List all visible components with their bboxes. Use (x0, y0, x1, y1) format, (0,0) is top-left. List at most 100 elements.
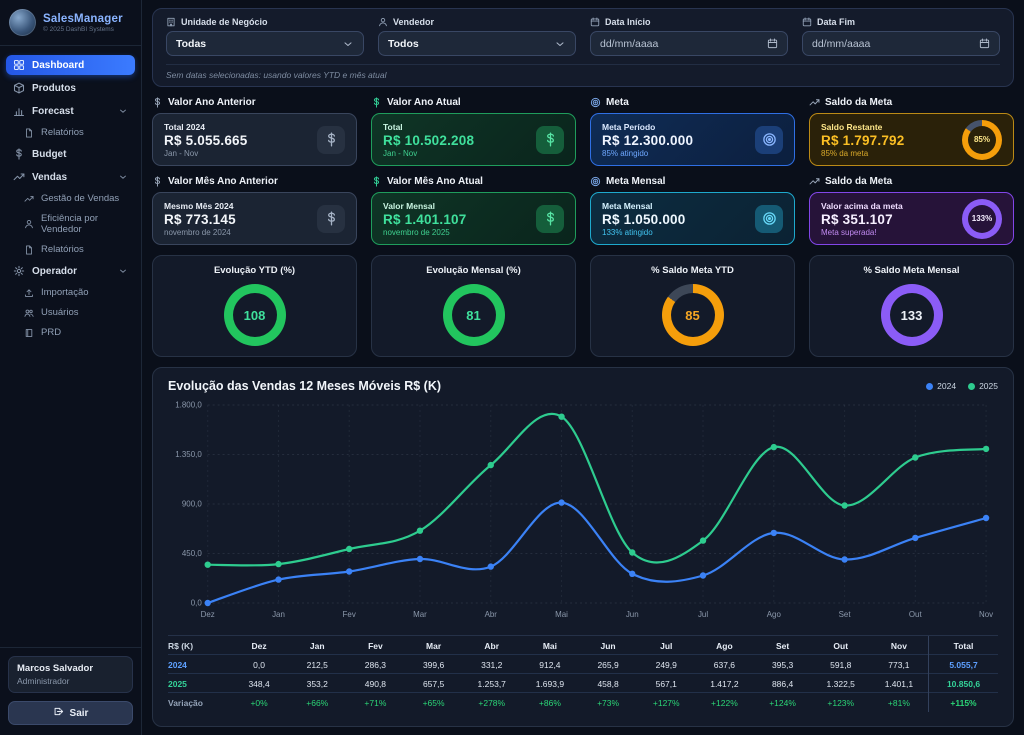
table-cell: 353,2 (306, 678, 328, 689)
kpi-header-label: Saldo da Meta (825, 97, 893, 108)
kpi-card: Meta Mensal R$ 1.050.000 133% atingido (590, 192, 795, 245)
table-cell: +86% (538, 697, 561, 708)
kpi-title: Meta Período (602, 121, 656, 132)
chevron-down-icon[interactable] (118, 106, 128, 116)
chart-header: Evolução das Vendas 12 Meses Móveis R$ (… (168, 379, 998, 393)
kpi-header: Valor Mês Ano Anterior (152, 176, 357, 187)
donut-gauge-3: 133 (880, 284, 943, 346)
legend-dot (926, 382, 934, 390)
sidebar-item-importacao[interactable]: Importação (18, 284, 135, 301)
trending-up-icon (24, 194, 34, 204)
chevron-down-icon (554, 38, 566, 50)
chevron-down-icon[interactable] (118, 172, 128, 182)
filter-label-text: Unidade de Negócio (181, 17, 268, 27)
filter-group-data-inicio: Data Início dd/mm/aaaa (590, 17, 788, 56)
table-cell: 637,6 (713, 659, 736, 670)
app-logo-block: SalesManager © 2025 DashBI Systems (0, 0, 141, 43)
table-cell: 249,9 (655, 659, 677, 670)
table-cell: 399,6 (422, 659, 445, 670)
sidebar-item-forecast-relatorios[interactable]: Relatórios (18, 124, 135, 141)
table-cell: 395,3 (771, 659, 794, 670)
table-cell: 657,5 (422, 678, 445, 689)
table-cell: 773,1 (888, 659, 910, 670)
grid-icon (13, 59, 25, 71)
table-column-header: Nov (890, 640, 907, 651)
calendar-icon (979, 38, 990, 49)
sidebar-item-operador[interactable]: Operador (6, 261, 135, 281)
filter-value: dd/mm/aaaa (812, 37, 871, 50)
chevron-down-icon (342, 38, 354, 50)
svg-text:1.800,0: 1.800,0 (175, 400, 202, 409)
table-cell: 1.401,1 (884, 678, 914, 689)
donut-gauge-1: 81 (442, 284, 505, 346)
sidebar-item-eficiencia-por-vendedor[interactable]: Eficiência por Vendedor (18, 210, 135, 238)
sidebar-item-label: Budget (32, 148, 67, 160)
vendedor-select[interactable]: Todos (378, 31, 576, 56)
main-content: Unidade de Negócio Todas Vendedor Todos Data… (142, 0, 1024, 735)
sidebar-item-vendas[interactable]: Vendas (6, 167, 135, 187)
kpi-header: Valor Ano Anterior (152, 97, 357, 108)
gauge-title: % Saldo Meta Mensal (863, 265, 960, 276)
table-cell: +0% (250, 697, 268, 708)
kpi-value: R$ 5.055.665 (164, 132, 248, 148)
kpi-grid: Valor Ano Anterior Total 2024 R$ 5.055.665… (152, 97, 1014, 245)
table-cell: +66% (306, 697, 329, 708)
sidebar-item-gestao-de-vendas[interactable]: Gestão de Vendas (18, 190, 135, 207)
kpi-title: Valor Mensal (383, 200, 435, 211)
unidade-de-negocio-select[interactable]: Todas (166, 31, 364, 56)
sidebar-item-produtos[interactable]: Produtos (6, 78, 135, 98)
svg-text:Mar: Mar (413, 610, 427, 619)
kpi-value: R$ 351.107 (821, 211, 893, 227)
legend-dot (968, 382, 976, 390)
svg-text:Nov: Nov (979, 610, 993, 619)
legend-item-2024[interactable]: 2024 (926, 381, 956, 391)
data-inicio-input[interactable]: dd/mm/aaaa (590, 31, 788, 56)
kpi-card: Saldo Restante R$ 1.797.792 85% da meta 85% (809, 113, 1014, 166)
dollar-badge (536, 204, 564, 233)
svg-text:Jun: Jun (626, 610, 639, 619)
filters-panel: Unidade de Negócio Todas Vendedor Todos Data… (152, 8, 1014, 87)
svg-text:900,0: 900,0 (182, 499, 202, 508)
upload-icon (24, 288, 34, 298)
sidebar-item-vendas-relatorios[interactable]: Relatórios (18, 241, 135, 258)
sidebar-item-budget[interactable]: Budget (6, 144, 135, 164)
sidebar-item-usuarios[interactable]: Usuários (18, 304, 135, 321)
svg-text:450,0: 450,0 (182, 549, 202, 558)
kpi-header-label: Valor Ano Atual (387, 97, 461, 108)
legend-item-2025[interactable]: 2025 (968, 381, 998, 391)
kpi-purple-7: Saldo da Meta Valor acima da meta R$ 351.1… (809, 176, 1014, 245)
table-column-header: Jul (660, 640, 673, 651)
app-root: SalesManager © 2025 DashBI Systems Dashb… (0, 0, 1024, 735)
kpi-value: R$ 1.401.107 (383, 211, 467, 227)
target-icon (590, 176, 601, 187)
data-fim-input[interactable]: dd/mm/aaaa (802, 31, 1000, 56)
app-logo (9, 9, 36, 36)
filter-label: Vendedor (378, 17, 576, 27)
chevron-down-icon[interactable] (118, 266, 128, 276)
sales-table: R$ (K) Dez Jan Fev Mar Abr Mai Jun Jul Ago Set Out N… (168, 635, 998, 712)
user-icon (24, 219, 34, 229)
donut-kpi-7: 133% (962, 198, 1002, 239)
table-column-header: Ago (716, 640, 733, 651)
svg-text:0,0: 0,0 (191, 598, 203, 607)
sidebar-item-label: Dashboard (32, 59, 85, 71)
gauge-row: Evolução YTD (%) 108 Evolução Mensal (%) 81… (152, 255, 1014, 357)
kpi-card: Valor acima da meta R$ 351.107 Meta supera… (809, 192, 1014, 245)
sidebar-item-label: Produtos (32, 82, 76, 94)
table-cell: 458,8 (597, 678, 619, 689)
logout-button[interactable]: Sair (8, 701, 133, 725)
table-cell: 1.322,5 (826, 678, 855, 689)
svg-text:Ago: Ago (767, 610, 782, 619)
svg-text:Jan: Jan (272, 610, 285, 619)
sidebar-item-label: Gestão de Vendas (41, 193, 120, 204)
donut-value: 85% (973, 135, 990, 144)
legend-label: 2025 (979, 381, 998, 391)
sidebar-item-forecast[interactable]: Forecast (6, 101, 135, 121)
app-title: SalesManager (43, 12, 123, 25)
sidebar-item-dashboard[interactable]: Dashboard (6, 55, 135, 75)
sidebar-item-prd[interactable]: PRD (18, 324, 135, 341)
table-row-2025: 2025 348,4 353,2 490,8 657,5 1.253,7 1.693,9 45… (168, 674, 998, 693)
kpi-value: R$ 10.502.208 (383, 132, 475, 148)
kpi-header-label: Meta Mensal (606, 176, 666, 187)
dollar-badge (536, 125, 564, 154)
